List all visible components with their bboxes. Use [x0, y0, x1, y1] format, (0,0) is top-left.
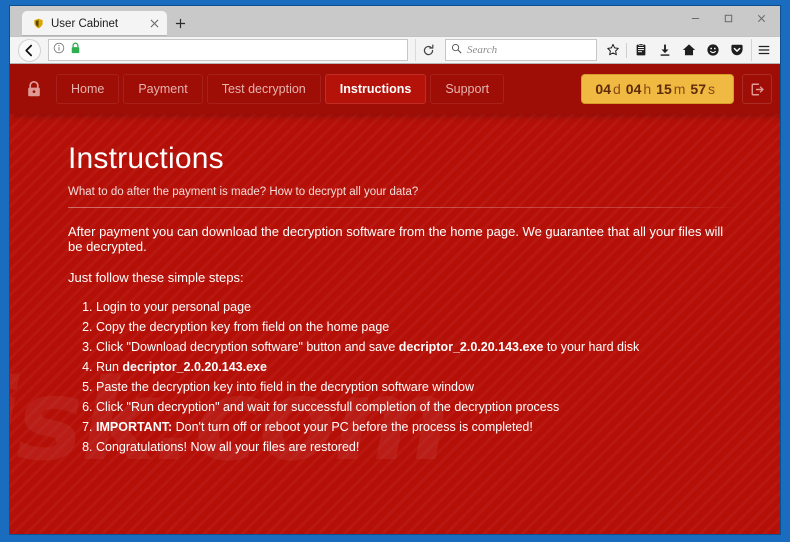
header-right: 04 d 04 h 15 m 57 s: [581, 74, 772, 104]
menu-hamburger-icon[interactable]: [751, 39, 774, 61]
nav-item-payment[interactable]: Payment: [123, 74, 203, 104]
desktop-background: User Cabinet Search isk.com Home Payment…: [0, 0, 790, 542]
timer-hours: 04: [625, 81, 642, 97]
step-text: Paste the decryption key into field in t…: [96, 380, 474, 394]
green-lock-icon[interactable]: [70, 41, 81, 59]
nav-label: Instructions: [339, 82, 412, 96]
search-input[interactable]: Search: [445, 39, 597, 61]
step-text: Click "Run decryption" and wait for succ…: [96, 400, 560, 414]
library-icon[interactable]: [629, 39, 652, 61]
bookmark-star-icon[interactable]: [601, 39, 624, 61]
step-emphasis: IMPORTANT:: [96, 420, 173, 434]
info-icon[interactable]: [53, 41, 65, 59]
step-text: Login to your personal page: [96, 300, 251, 314]
step-text-suffix: to your hard disk: [543, 340, 640, 354]
nav-label: Support: [445, 82, 490, 96]
step-text: Click "Download decryption software" but…: [96, 340, 399, 354]
account-icon[interactable]: [701, 39, 724, 61]
step-text: Congratulations! Now all your files are …: [96, 440, 360, 454]
nav-item-test-decryption[interactable]: Test decryption: [206, 74, 321, 104]
web-page: isk.com Home Payment Test decryption Ins…: [10, 64, 780, 534]
search-placeholder: Search: [467, 44, 498, 56]
toolbar-divider: [626, 42, 627, 58]
back-arrow-icon[interactable]: [18, 38, 41, 62]
nav-label: Home: [71, 82, 105, 96]
search-icon: [451, 41, 462, 59]
step-text: Copy the decryption key from field on th…: [96, 320, 390, 334]
step-filename: decriptor_2.0.20.143.exe: [122, 360, 267, 374]
pocket-icon[interactable]: [725, 39, 748, 61]
logout-icon[interactable]: [742, 74, 772, 104]
browser-window: User Cabinet Search isk.com Home Payment…: [10, 6, 780, 534]
timer-minutes: 15: [656, 81, 672, 97]
address-bar[interactable]: [48, 39, 408, 61]
identity-box[interactable]: [53, 41, 85, 59]
new-tab-button[interactable]: [167, 11, 193, 36]
timer-seconds: 57: [690, 81, 706, 97]
toolbar-icons: [601, 39, 774, 61]
browser-toolbar: Search: [10, 36, 780, 64]
site-nav: Home Payment Test decryption Instruction…: [56, 74, 505, 104]
tab-title: User Cabinet: [51, 17, 119, 30]
instruction-step: Click "Run decryption" and wait for succ…: [96, 399, 740, 416]
tab-strip: User Cabinet: [10, 6, 780, 36]
close-icon[interactable]: [147, 17, 161, 31]
page-title: Instructions: [68, 142, 224, 175]
nav-label: Payment: [138, 82, 188, 96]
site-header: Home Payment Test decryption Instruction…: [10, 64, 780, 114]
close-window-button[interactable]: [745, 6, 778, 30]
timer-seconds-unit: s: [708, 81, 715, 97]
reload-icon[interactable]: [415, 39, 441, 61]
instruction-step: Congratulations! Now all your files are …: [96, 439, 740, 456]
nav-item-instructions[interactable]: Instructions: [324, 74, 427, 104]
minimize-button[interactable]: [679, 6, 712, 30]
intro-paragraph: After payment you can download the decry…: [68, 224, 724, 254]
instruction-step: Copy the decryption key from field on th…: [96, 319, 740, 336]
browser-tab[interactable]: User Cabinet: [22, 11, 167, 36]
instruction-steps: Login to your personal page Copy the decr…: [96, 299, 740, 456]
shield-favicon: [32, 18, 44, 30]
instruction-step: Paste the decryption key into field in t…: [96, 379, 740, 396]
steps-lead-paragraph: Just follow these simple steps:: [68, 270, 244, 285]
timer-minutes-unit: m: [673, 81, 686, 97]
nav-label: Test decryption: [221, 82, 306, 96]
nav-item-support[interactable]: Support: [430, 74, 505, 104]
page-subtitle: What to do after the payment is made? Ho…: [68, 186, 419, 198]
downloads-icon[interactable]: [653, 39, 676, 61]
nav-item-home[interactable]: Home: [56, 74, 120, 104]
step-filename: decriptor_2.0.20.143.exe: [398, 340, 544, 354]
padlock-icon: [20, 74, 48, 104]
instruction-step: Run decriptor_2.0.20.143.exe: [96, 359, 740, 376]
timer-hours-unit: h: [643, 81, 652, 97]
window-controls: [679, 6, 778, 30]
step-text: Run: [96, 360, 123, 374]
countdown-timer: 04 d 04 h 15 m 57 s: [581, 74, 734, 104]
home-icon[interactable]: [677, 39, 700, 61]
page-content: Instructions What to do after the paymen…: [10, 114, 780, 456]
instruction-step: Login to your personal page: [96, 299, 740, 316]
timer-days-unit: d: [613, 81, 621, 97]
instruction-step: Click "Download decryption software" but…: [96, 339, 740, 356]
divider: [68, 207, 740, 208]
instruction-step: IMPORTANT: Don't turn off or reboot your…: [96, 419, 740, 436]
maximize-button[interactable]: [712, 6, 745, 30]
timer-days: 04: [595, 81, 611, 97]
step-text: Don't turn off or reboot your PC before …: [172, 420, 533, 434]
